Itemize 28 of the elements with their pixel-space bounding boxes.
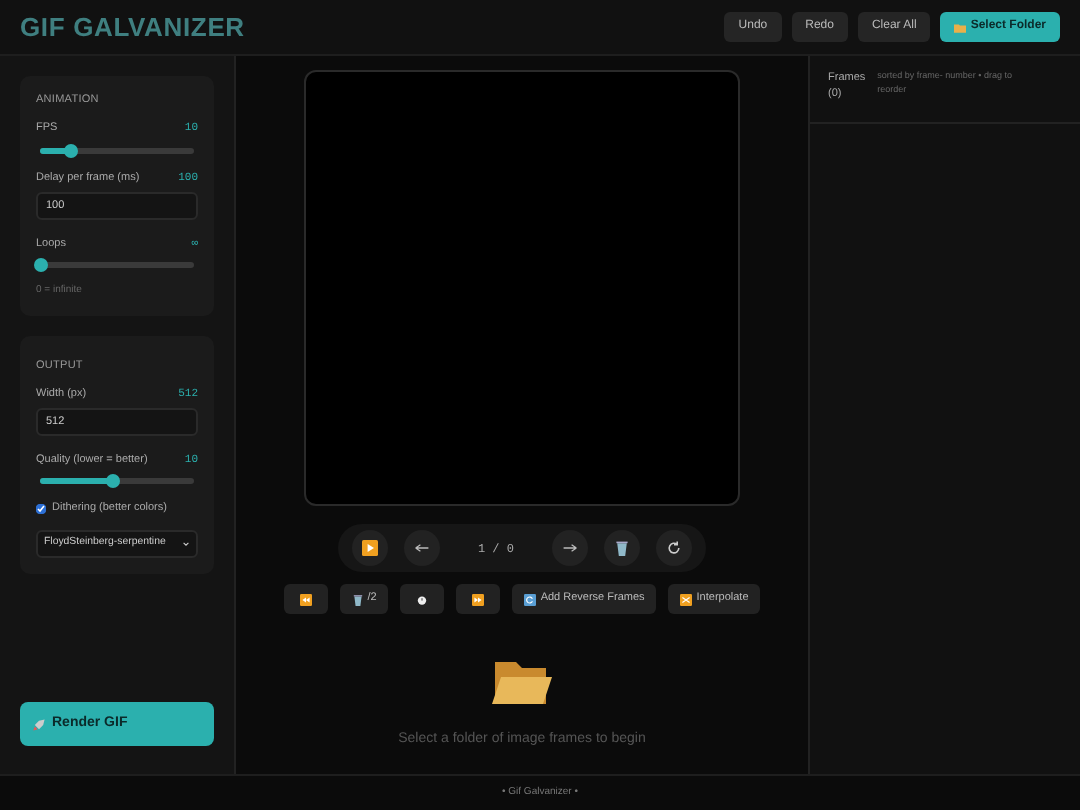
tool-button[interactable] <box>456 584 501 614</box>
player-button[interactable] <box>404 530 440 566</box>
player-button[interactable] <box>552 530 588 566</box>
left-arrow-icon <box>414 540 430 556</box>
rewind-icon <box>299 593 312 605</box>
player-button[interactable] <box>604 530 640 566</box>
reload-icon <box>666 540 682 556</box>
stopwatch-icon <box>416 593 429 605</box>
tool-button[interactable] <box>283 584 328 614</box>
folder-icon <box>954 21 967 33</box>
slider-track[interactable] <box>40 478 194 485</box>
reverse-icon <box>524 593 537 605</box>
player-button[interactable] <box>352 530 388 566</box>
trash-icon <box>351 593 364 605</box>
trash-icon <box>614 540 630 556</box>
app-title: GIF GALVANIZER <box>20 9 245 46</box>
fast-forward-icon <box>472 593 485 605</box>
right-arrow-icon <box>562 540 578 556</box>
player-button[interactable] <box>656 530 692 566</box>
slider-thumb[interactable] <box>33 258 47 272</box>
slider-thumb[interactable] <box>106 474 121 489</box>
shuffle-icon <box>680 593 693 605</box>
tool-button[interactable] <box>400 584 445 614</box>
chevron-down-icon <box>182 539 190 547</box>
rocket-icon <box>32 717 46 731</box>
play-icon <box>362 540 378 556</box>
checkbox[interactable] <box>36 503 46 514</box>
slider-thumb[interactable] <box>63 143 78 157</box>
